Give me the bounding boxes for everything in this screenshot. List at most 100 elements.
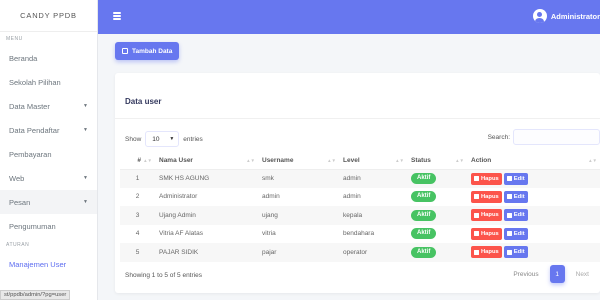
- sort-icon: ▲▼: [395, 158, 404, 163]
- status-badge[interactable]: Aktif: [411, 173, 437, 184]
- browser-status-url: st/ppdb/admin/?pg=user: [0, 290, 71, 300]
- entries-length-control: Show 10 ▼ entries: [125, 131, 203, 147]
- entries-label: entries: [183, 135, 203, 143]
- status-badge[interactable]: Aktif: [411, 228, 437, 240]
- column-header-number[interactable]: # ▲▼: [120, 153, 155, 170]
- user-menu[interactable]: Administrator: [532, 9, 600, 23]
- table-row: 2 Administrator admin admin Aktif Hapus E…: [120, 188, 600, 207]
- sidebar-item-manajemen-user[interactable]: Manajemen User: [0, 252, 97, 276]
- sidebar-item-pesan[interactable]: Pesan ▼: [0, 190, 97, 214]
- sidebar-item-data-pendaftar[interactable]: Data Pendaftar ▼: [0, 118, 97, 142]
- delete-button[interactable]: Hapus: [471, 172, 502, 185]
- sidebar-item-label: Sekolah Pilihan: [9, 77, 61, 87]
- previous-page-button[interactable]: Previous: [508, 265, 543, 283]
- page-1-button[interactable]: 1: [549, 265, 565, 283]
- cell-level: bendahara: [343, 230, 375, 238]
- table-search: Search:: [488, 129, 600, 145]
- cell-number: 1: [120, 169, 155, 188]
- chevron-down-icon: ▼: [83, 127, 88, 133]
- edit-button[interactable]: Edit: [503, 227, 528, 240]
- cell-level: admin: [339, 169, 407, 188]
- cell-number: 5: [120, 243, 155, 262]
- cell-level: kepala: [339, 206, 407, 225]
- edit-icon: [506, 231, 512, 237]
- table-row: 3 Ujang Admin ujang kepala Aktif Hapus Ed…: [120, 206, 600, 225]
- sort-icon: ▲▼: [327, 158, 336, 163]
- edit-icon: [506, 249, 512, 255]
- chevron-down-icon: ▼: [83, 199, 88, 205]
- table-row: 4 Vitria AF Alatas vitria bendahara Akti…: [120, 225, 600, 244]
- sidebar-item-beranda[interactable]: Beranda: [0, 46, 97, 70]
- search-label: Search:: [487, 133, 510, 141]
- sidebar-item-sekolah-pilihan[interactable]: Sekolah Pilihan: [0, 70, 97, 94]
- pagination: Previous 1 Next: [508, 265, 594, 283]
- cell-username: vitria: [262, 230, 276, 238]
- sidebar-item-label: Pesan: [9, 197, 31, 207]
- entries-select[interactable]: 10 ▼: [145, 131, 180, 147]
- cell-status: Aktif: [407, 225, 467, 244]
- cell-level: admin: [343, 193, 361, 201]
- cell-status: Aktif: [407, 188, 467, 207]
- column-header-nama-user[interactable]: Nama User ▲▼: [155, 153, 258, 170]
- brand-logo[interactable]: CANDY PPDB: [0, 0, 97, 32]
- next-page-button[interactable]: Next: [571, 265, 594, 283]
- sidebar-item-label: Data Master: [9, 101, 50, 111]
- table-row: 5 PAJAR SIDIK pajar operator Aktif Hapus…: [120, 243, 600, 262]
- column-header-status[interactable]: Status ▲▼: [407, 153, 467, 170]
- sidebar-item-web[interactable]: Web ▼: [0, 166, 97, 190]
- sort-icon: ▲▼: [588, 158, 597, 163]
- show-label: Show: [125, 135, 142, 143]
- sidebar-item-data-master[interactable]: Data Master ▼: [0, 94, 97, 118]
- edit-button[interactable]: Edit: [503, 172, 528, 185]
- chevron-down-icon: ▼: [83, 103, 88, 109]
- cell-action: Hapus Edit: [467, 206, 600, 225]
- sort-icon: ▲▼: [143, 158, 152, 163]
- sidebar-item-label: Pengumuman: [9, 221, 56, 231]
- cell-action: Hapus Edit: [467, 243, 600, 262]
- sidebar-item-pembayaran[interactable]: Pembayaran: [0, 142, 97, 166]
- cell-name: Administrator: [159, 193, 198, 201]
- add-data-label: Tambah Data: [132, 47, 173, 55]
- cell-status: Aktif: [407, 243, 467, 262]
- edit-button[interactable]: Edit: [503, 246, 528, 259]
- menu-section-header: MENU: [6, 36, 23, 42]
- pengaturan-section-header: ATURAN: [6, 242, 30, 248]
- status-badge[interactable]: Aktif: [411, 246, 437, 258]
- delete-button[interactable]: Hapus: [471, 190, 502, 203]
- edit-button[interactable]: Edit: [503, 190, 528, 203]
- cell-status: Aktif: [407, 169, 467, 188]
- cell-name: SMK HS AGUNG: [155, 169, 258, 188]
- chevron-down-icon: ▼: [83, 175, 88, 181]
- column-header-level[interactable]: Level ▲▼: [339, 153, 407, 170]
- cell-name: Ujang Admin: [155, 206, 258, 225]
- delete-button[interactable]: Hapus: [471, 227, 502, 240]
- trash-icon: [474, 212, 479, 218]
- cell-action: Hapus Edit: [467, 169, 600, 188]
- cell-status: Aktif: [407, 206, 467, 225]
- edit-button[interactable]: Edit: [503, 209, 528, 222]
- hamburger-menu-icon[interactable]: [113, 12, 121, 20]
- data-user-card: Data user Show 10 ▼ entries Search: # ▲▼ …: [115, 73, 600, 293]
- user-name: Administrator: [550, 11, 600, 21]
- cell-number: 3: [120, 206, 155, 225]
- search-input[interactable]: [513, 129, 600, 145]
- sort-icon: ▲▼: [246, 158, 255, 163]
- sidebar: CANDY PPDB MENU Beranda Sekolah Pilihan …: [0, 0, 98, 300]
- delete-button[interactable]: Hapus: [471, 209, 502, 222]
- trash-icon: [474, 176, 479, 181]
- trash-icon: [474, 194, 479, 200]
- status-badge[interactable]: Aktif: [411, 191, 437, 203]
- table-info: Showing 1 to 5 of 5 entries: [125, 272, 202, 279]
- cell-name: PAJAR SIDIK: [155, 243, 258, 262]
- column-header-username[interactable]: Username ▲▼: [258, 153, 339, 170]
- edit-square-icon: [122, 48, 128, 54]
- status-badge[interactable]: Aktif: [411, 209, 437, 221]
- sidebar-item-pengumuman[interactable]: Pengumuman: [0, 214, 97, 238]
- topbar: Administrator: [98, 0, 600, 34]
- add-data-button[interactable]: Tambah Data: [115, 42, 180, 60]
- delete-button[interactable]: Hapus: [471, 246, 502, 259]
- cell-username: ujang: [258, 206, 339, 225]
- cell-action: Hapus Edit: [467, 225, 600, 244]
- column-header-action[interactable]: Action ▲▼: [467, 153, 600, 170]
- cell-username: smk: [258, 169, 339, 188]
